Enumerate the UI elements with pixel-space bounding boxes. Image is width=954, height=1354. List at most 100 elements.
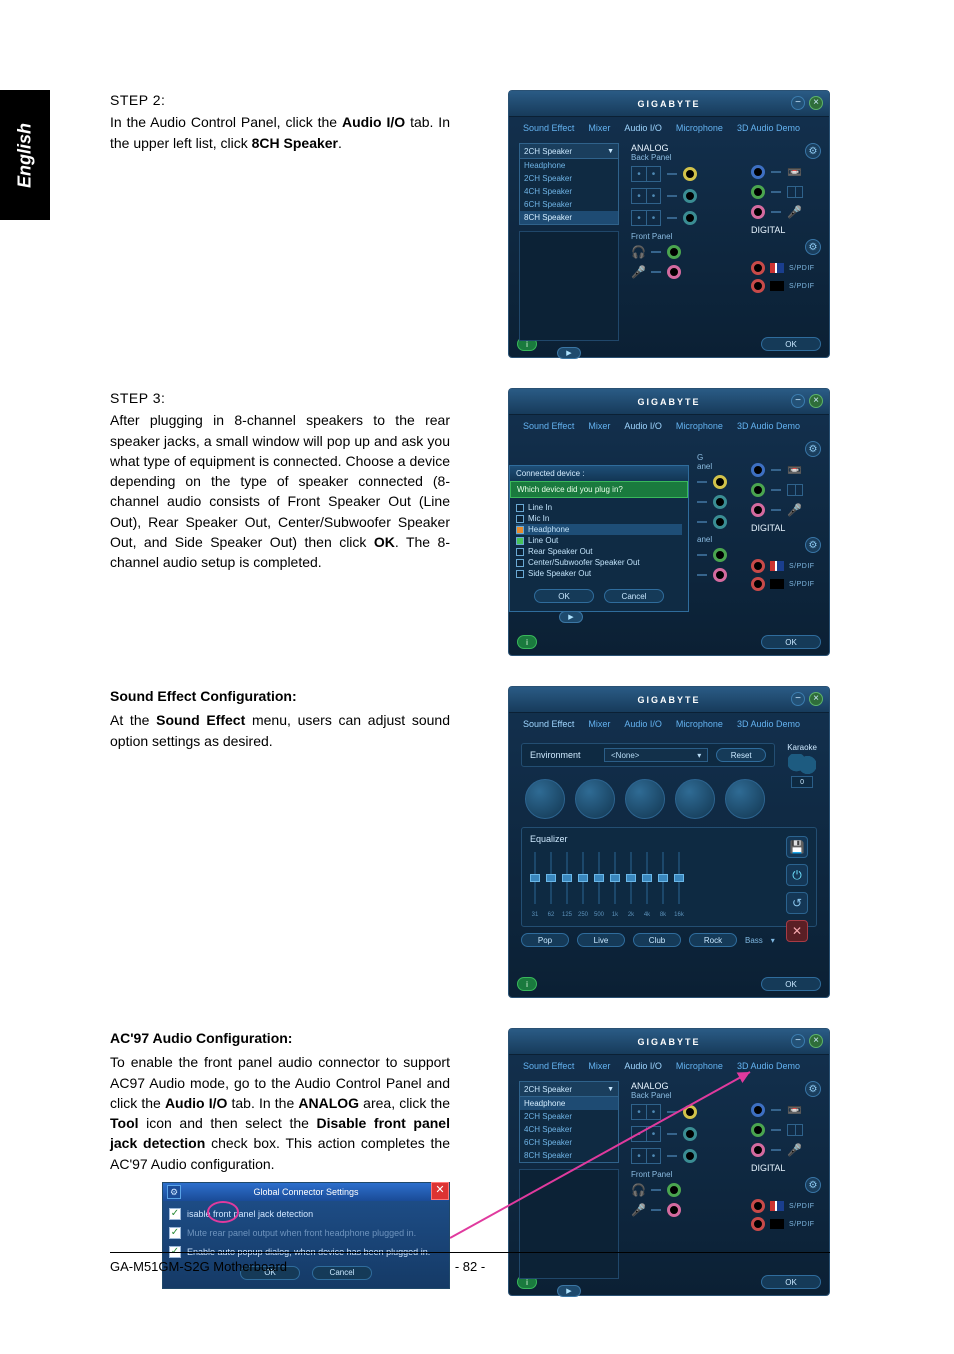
tab-sound-effect[interactable]: Sound Effect xyxy=(523,123,574,133)
jack-port[interactable] xyxy=(683,1105,697,1119)
tool-gear-icon[interactable]: ⚙ xyxy=(805,537,821,553)
ok-button[interactable]: OK xyxy=(761,1275,821,1289)
tool-gear-icon[interactable]: ⚙ xyxy=(805,441,821,457)
tab-3d-audio[interactable]: 3D Audio Demo xyxy=(737,421,800,431)
tab-mixer[interactable]: Mixer xyxy=(588,421,610,431)
tool-gear-icon[interactable]: ⚙ xyxy=(805,239,821,255)
jack-port[interactable] xyxy=(751,1123,765,1137)
speaker-dropdown[interactable]: 2CH Speaker ▼ xyxy=(519,143,619,159)
eq-slider[interactable] xyxy=(562,848,572,908)
digital-port[interactable] xyxy=(751,1199,765,1213)
env-preset-icon[interactable] xyxy=(525,779,565,819)
digital-port[interactable] xyxy=(751,261,765,275)
minimize-button[interactable]: − xyxy=(791,394,805,408)
dd-item-8ch[interactable]: 8CH Speaker xyxy=(520,211,618,224)
popup-option[interactable]: Line In xyxy=(516,502,682,513)
tab-microphone[interactable]: Microphone xyxy=(676,719,723,729)
jack-port[interactable] xyxy=(713,515,727,529)
dd-item[interactable]: 4CH Speaker xyxy=(520,185,618,198)
env-preset-icon[interactable] xyxy=(575,779,615,819)
jack-port[interactable] xyxy=(667,1203,681,1217)
eq-slider[interactable] xyxy=(610,848,620,908)
popup-cancel-button[interactable]: Cancel xyxy=(604,589,664,603)
jack-port[interactable] xyxy=(751,503,765,517)
minimize-button[interactable]: − xyxy=(791,1034,805,1048)
tab-audio-io[interactable]: Audio I/O xyxy=(624,719,662,729)
titlebar[interactable]: GIGABYTE −× xyxy=(509,389,829,415)
tab-3d-audio[interactable]: 3D Audio Demo xyxy=(737,1061,800,1071)
dd-item[interactable]: 6CH Speaker xyxy=(520,198,618,211)
preset-bass[interactable]: Bass xyxy=(745,936,763,945)
tab-mixer[interactable]: Mixer xyxy=(588,123,610,133)
jack-port[interactable] xyxy=(751,1143,765,1157)
jack-port[interactable] xyxy=(751,1103,765,1117)
chevron-down-icon[interactable]: ▾ xyxy=(771,936,775,945)
ok-button[interactable]: OK xyxy=(761,337,821,351)
jack-port[interactable] xyxy=(683,1149,697,1163)
close-button[interactable]: × xyxy=(809,96,823,110)
tab-mixer[interactable]: Mixer xyxy=(588,1061,610,1071)
eq-slider[interactable] xyxy=(546,848,556,908)
tab-3d-audio[interactable]: 3D Audio Demo xyxy=(737,719,800,729)
jack-port[interactable] xyxy=(713,495,727,509)
eq-slider[interactable] xyxy=(530,848,540,908)
jack-port[interactable] xyxy=(751,463,765,477)
eq-delete-button[interactable]: ✕ xyxy=(786,920,808,942)
preset-club[interactable]: Club xyxy=(633,933,681,947)
digital-port[interactable] xyxy=(751,279,765,293)
popup-option[interactable]: Line Out xyxy=(516,535,682,546)
jack-port[interactable] xyxy=(683,211,697,225)
dd-item[interactable]: 2CH Speaker xyxy=(520,172,618,185)
play-button[interactable]: ▶ xyxy=(557,1285,581,1297)
tool-gear-icon[interactable]: ⚙ xyxy=(805,1177,821,1193)
jack-port[interactable] xyxy=(683,167,697,181)
close-button[interactable]: × xyxy=(809,1034,823,1048)
dd-item[interactable]: Headphone xyxy=(520,1097,618,1110)
env-preset-icon[interactable] xyxy=(675,779,715,819)
digital-port[interactable] xyxy=(751,559,765,573)
tab-microphone[interactable]: Microphone xyxy=(676,123,723,133)
eq-slider[interactable] xyxy=(642,848,652,908)
tab-mixer[interactable]: Mixer xyxy=(588,719,610,729)
eq-slider[interactable] xyxy=(626,848,636,908)
speaker-dropdown[interactable]: 2CH Speaker▼ xyxy=(519,1081,619,1097)
tab-microphone[interactable]: Microphone xyxy=(676,1061,723,1071)
minimize-button[interactable]: − xyxy=(791,96,805,110)
tool-gear-icon[interactable]: ⚙ xyxy=(805,1081,821,1097)
close-button[interactable]: × xyxy=(809,394,823,408)
env-preset-icon[interactable] xyxy=(625,779,665,819)
jack-port[interactable] xyxy=(751,483,765,497)
tab-audio-io[interactable]: Audio I/O xyxy=(624,421,662,431)
play-button[interactable]: ▶ xyxy=(557,347,581,359)
tab-audio-io[interactable]: Audio I/O xyxy=(624,1061,662,1071)
eq-power-button[interactable]: ⏻ xyxy=(786,864,808,886)
digital-port[interactable] xyxy=(751,577,765,591)
jack-port[interactable] xyxy=(683,1127,697,1141)
popup-option[interactable]: Center/Subwoofer Speaker Out xyxy=(516,557,682,568)
jack-port[interactable] xyxy=(713,475,727,489)
tab-sound-effect[interactable]: Sound Effect xyxy=(523,1061,574,1071)
tab-sound-effect[interactable]: Sound Effect xyxy=(523,719,574,729)
digital-port[interactable] xyxy=(751,1217,765,1231)
popup-ok-button[interactable]: OK xyxy=(534,589,594,603)
jack-port[interactable] xyxy=(683,189,697,203)
info-button[interactable]: i xyxy=(517,977,537,991)
dd-item[interactable]: Headphone xyxy=(520,159,618,172)
chk-mute-rear[interactable]: ✓ Mute rear panel output when front head… xyxy=(169,1224,443,1243)
tab-microphone[interactable]: Microphone xyxy=(676,421,723,431)
minimize-button[interactable]: − xyxy=(791,692,805,706)
dd-item[interactable]: 8CH Speaker xyxy=(520,1149,618,1162)
close-button[interactable]: × xyxy=(809,692,823,706)
reset-button[interactable]: Reset xyxy=(716,748,766,762)
tab-3d-audio[interactable]: 3D Audio Demo xyxy=(737,123,800,133)
jack-port[interactable] xyxy=(751,165,765,179)
env-preset-icon[interactable] xyxy=(725,779,765,819)
dd-item[interactable]: 6CH Speaker xyxy=(520,1136,618,1149)
preset-rock[interactable]: Rock xyxy=(689,933,737,947)
dd-item[interactable]: 2CH Speaker xyxy=(520,1110,618,1123)
titlebar[interactable]: GIGABYTE − × xyxy=(509,91,829,117)
dd-item[interactable]: 4CH Speaker xyxy=(520,1123,618,1136)
popup-option[interactable]: Side Speaker Out xyxy=(516,568,682,579)
eq-slider[interactable] xyxy=(578,848,588,908)
play-button[interactable]: ▶ xyxy=(559,611,583,623)
